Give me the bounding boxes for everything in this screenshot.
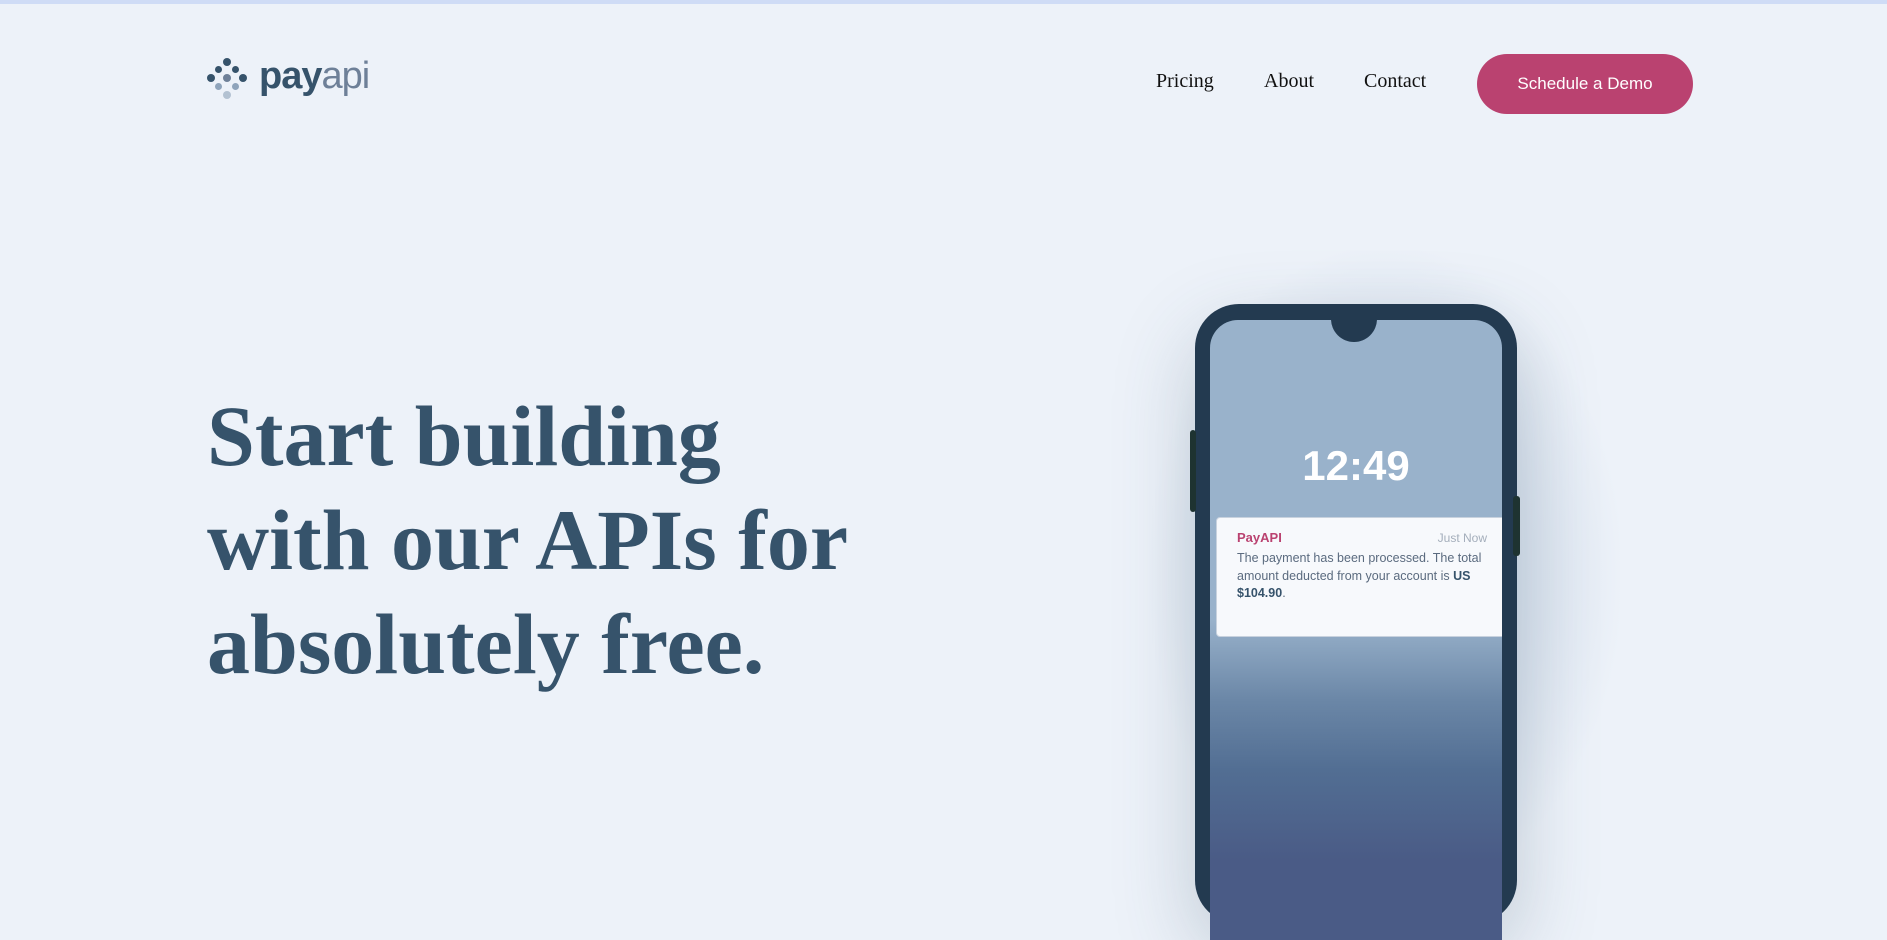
- notification-header: PayAPI Just Now: [1237, 530, 1487, 545]
- notification-suffix: .: [1282, 586, 1286, 600]
- hero-title-line-3: absolutely free.: [207, 596, 765, 692]
- logo-text-api: api: [321, 55, 370, 97]
- logo[interactable]: payapi: [207, 54, 370, 102]
- logo-wordmark: payapi: [259, 55, 370, 97]
- nav-link-pricing[interactable]: Pricing: [1156, 70, 1214, 93]
- notification-time: Just Now: [1437, 531, 1487, 545]
- payment-notification: PayAPI Just Now The payment has been pro…: [1216, 517, 1502, 637]
- notification-app-name: PayAPI: [1237, 530, 1282, 545]
- schedule-demo-button[interactable]: Schedule a Demo: [1477, 54, 1693, 114]
- nav-link-about[interactable]: About: [1264, 70, 1314, 93]
- nav-link-contact[interactable]: Contact: [1364, 70, 1426, 93]
- top-accent-bar: [0, 0, 1887, 4]
- phone-side-button-right: [1513, 496, 1520, 556]
- hero-title: Start building with our APIs for absolutel…: [207, 384, 927, 696]
- logo-text-pay: pay: [259, 55, 322, 97]
- logo-dots-icon: [207, 55, 253, 101]
- phone-clock: 12:49: [1302, 442, 1410, 489]
- phone-screen: 12:49 PayAPI Just Now The payment has be…: [1210, 320, 1502, 940]
- hero-title-line-1: Start building: [207, 388, 721, 484]
- notification-message: The payment has been processed. The tota…: [1237, 550, 1487, 603]
- hero-title-line-2: with our APIs for: [207, 492, 849, 588]
- phone-mockup: 12:49 PayAPI Just Now The payment has be…: [1190, 304, 1520, 940]
- notification-text: The payment has been processed. The tota…: [1237, 551, 1482, 583]
- phone-side-button-left: [1190, 430, 1196, 512]
- phone-notch: [1331, 320, 1377, 342]
